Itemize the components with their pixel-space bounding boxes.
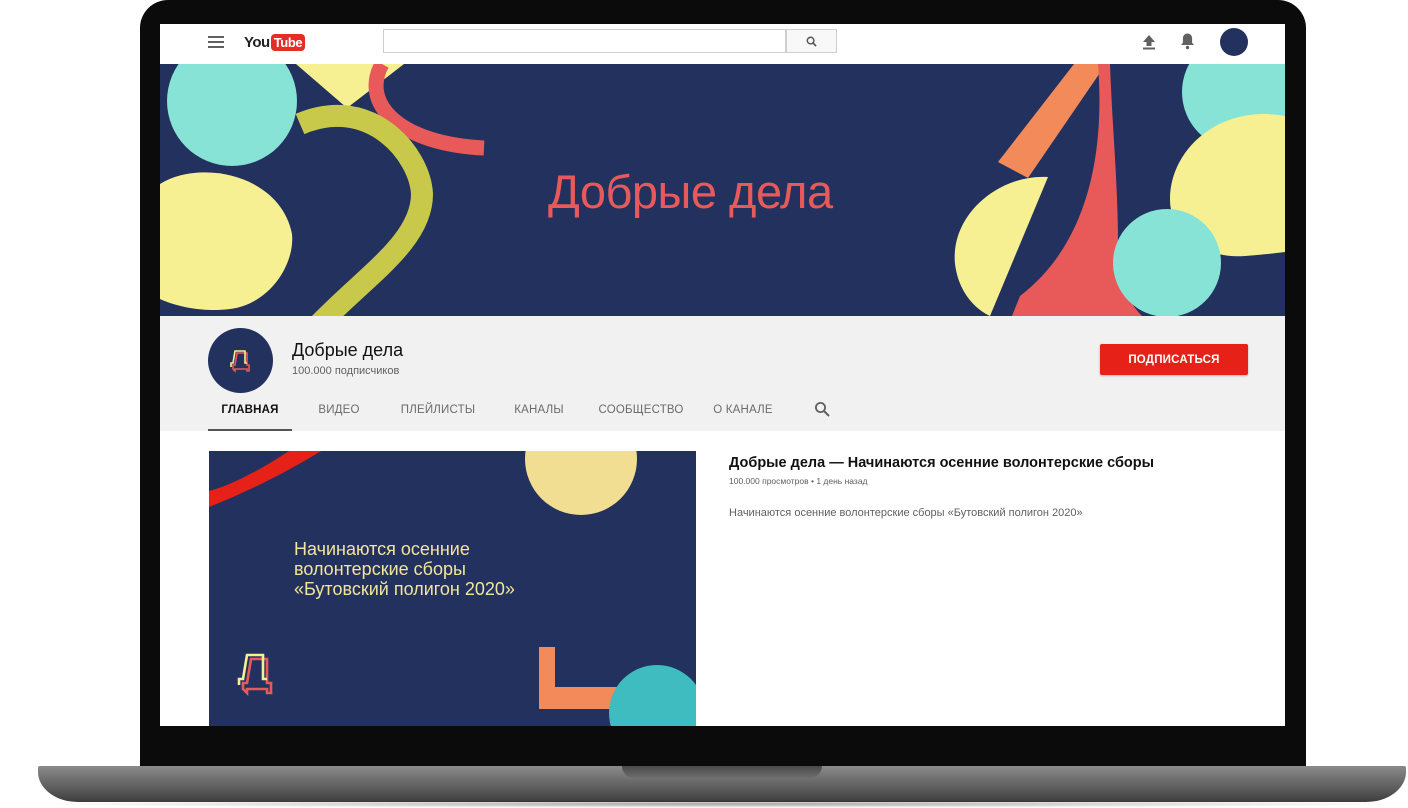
- featured-video-meta: 100.000 просмотров • 1 день назад: [729, 476, 868, 486]
- featured-video-description: Начинаются осенние волонтерские сборы «Б…: [729, 507, 1083, 519]
- banner-title: Добрые дела: [548, 165, 833, 218]
- search-icon: [806, 36, 817, 47]
- tab-community[interactable]: СООБЩЕСТВО: [598, 397, 683, 431]
- subscribe-button[interactable]: ПОДПИСАТЬСЯ: [1100, 344, 1248, 375]
- laptop-mockup: You Tube Добрые дела Добрые дела 100.000…: [0, 0, 1408, 808]
- bell-icon[interactable]: [1179, 32, 1196, 50]
- tab-playlists[interactable]: ПЛЕЙЛИСТЫ: [398, 397, 478, 431]
- thumbnail-line: Начинаются осенние: [294, 539, 470, 559]
- thumbnail-line: волонтерские сборы: [294, 559, 466, 579]
- laptop-notch: [622, 766, 822, 778]
- thumbnail-line: «Бутовский полигон 2020»: [294, 579, 515, 599]
- youtube-logo[interactable]: You Tube: [244, 33, 306, 51]
- avatar[interactable]: [1220, 28, 1248, 56]
- menu-icon[interactable]: [208, 36, 224, 48]
- channel-logo-icon: [229, 349, 250, 373]
- search-icon[interactable]: [814, 401, 830, 417]
- channel-header: Добрые дела 100.000 подписчиков ПОДПИСАТ…: [160, 316, 1285, 431]
- thumbnail-logo-icon: [237, 653, 273, 697]
- channel-banner: Добрые дела: [160, 64, 1285, 316]
- thumbnail-text: Начинаются осенние волонтерские сборы «Б…: [294, 539, 594, 599]
- tab-about[interactable]: О КАНАЛЕ: [713, 397, 773, 431]
- search-button[interactable]: [786, 29, 837, 53]
- youtube-topbar: You Tube: [160, 24, 1285, 64]
- upload-icon[interactable]: [1142, 34, 1156, 50]
- logo-tube-text: Tube: [270, 33, 306, 51]
- channel-name: Добрые дела: [292, 340, 404, 360]
- laptop-shadow: [30, 800, 1408, 808]
- logo-you-text: You: [244, 33, 270, 51]
- tab-channels[interactable]: КАНАЛЫ: [512, 397, 566, 431]
- subscriber-count: 100.000 подписчиков: [292, 365, 400, 377]
- featured-video-title[interactable]: Добрые дела — Начинаются осенние волонте…: [729, 455, 1154, 471]
- tab-videos[interactable]: ВИДЕО: [316, 397, 362, 431]
- featured-video-thumbnail[interactable]: Начинаются осенние волонтерские сборы «Б…: [209, 451, 696, 726]
- channel-avatar[interactable]: [208, 328, 273, 393]
- tab-home[interactable]: ГЛАВНАЯ: [208, 397, 292, 431]
- search-input[interactable]: [383, 29, 786, 53]
- browser-screen: You Tube Добрые дела Добрые дела 100.000…: [160, 24, 1285, 726]
